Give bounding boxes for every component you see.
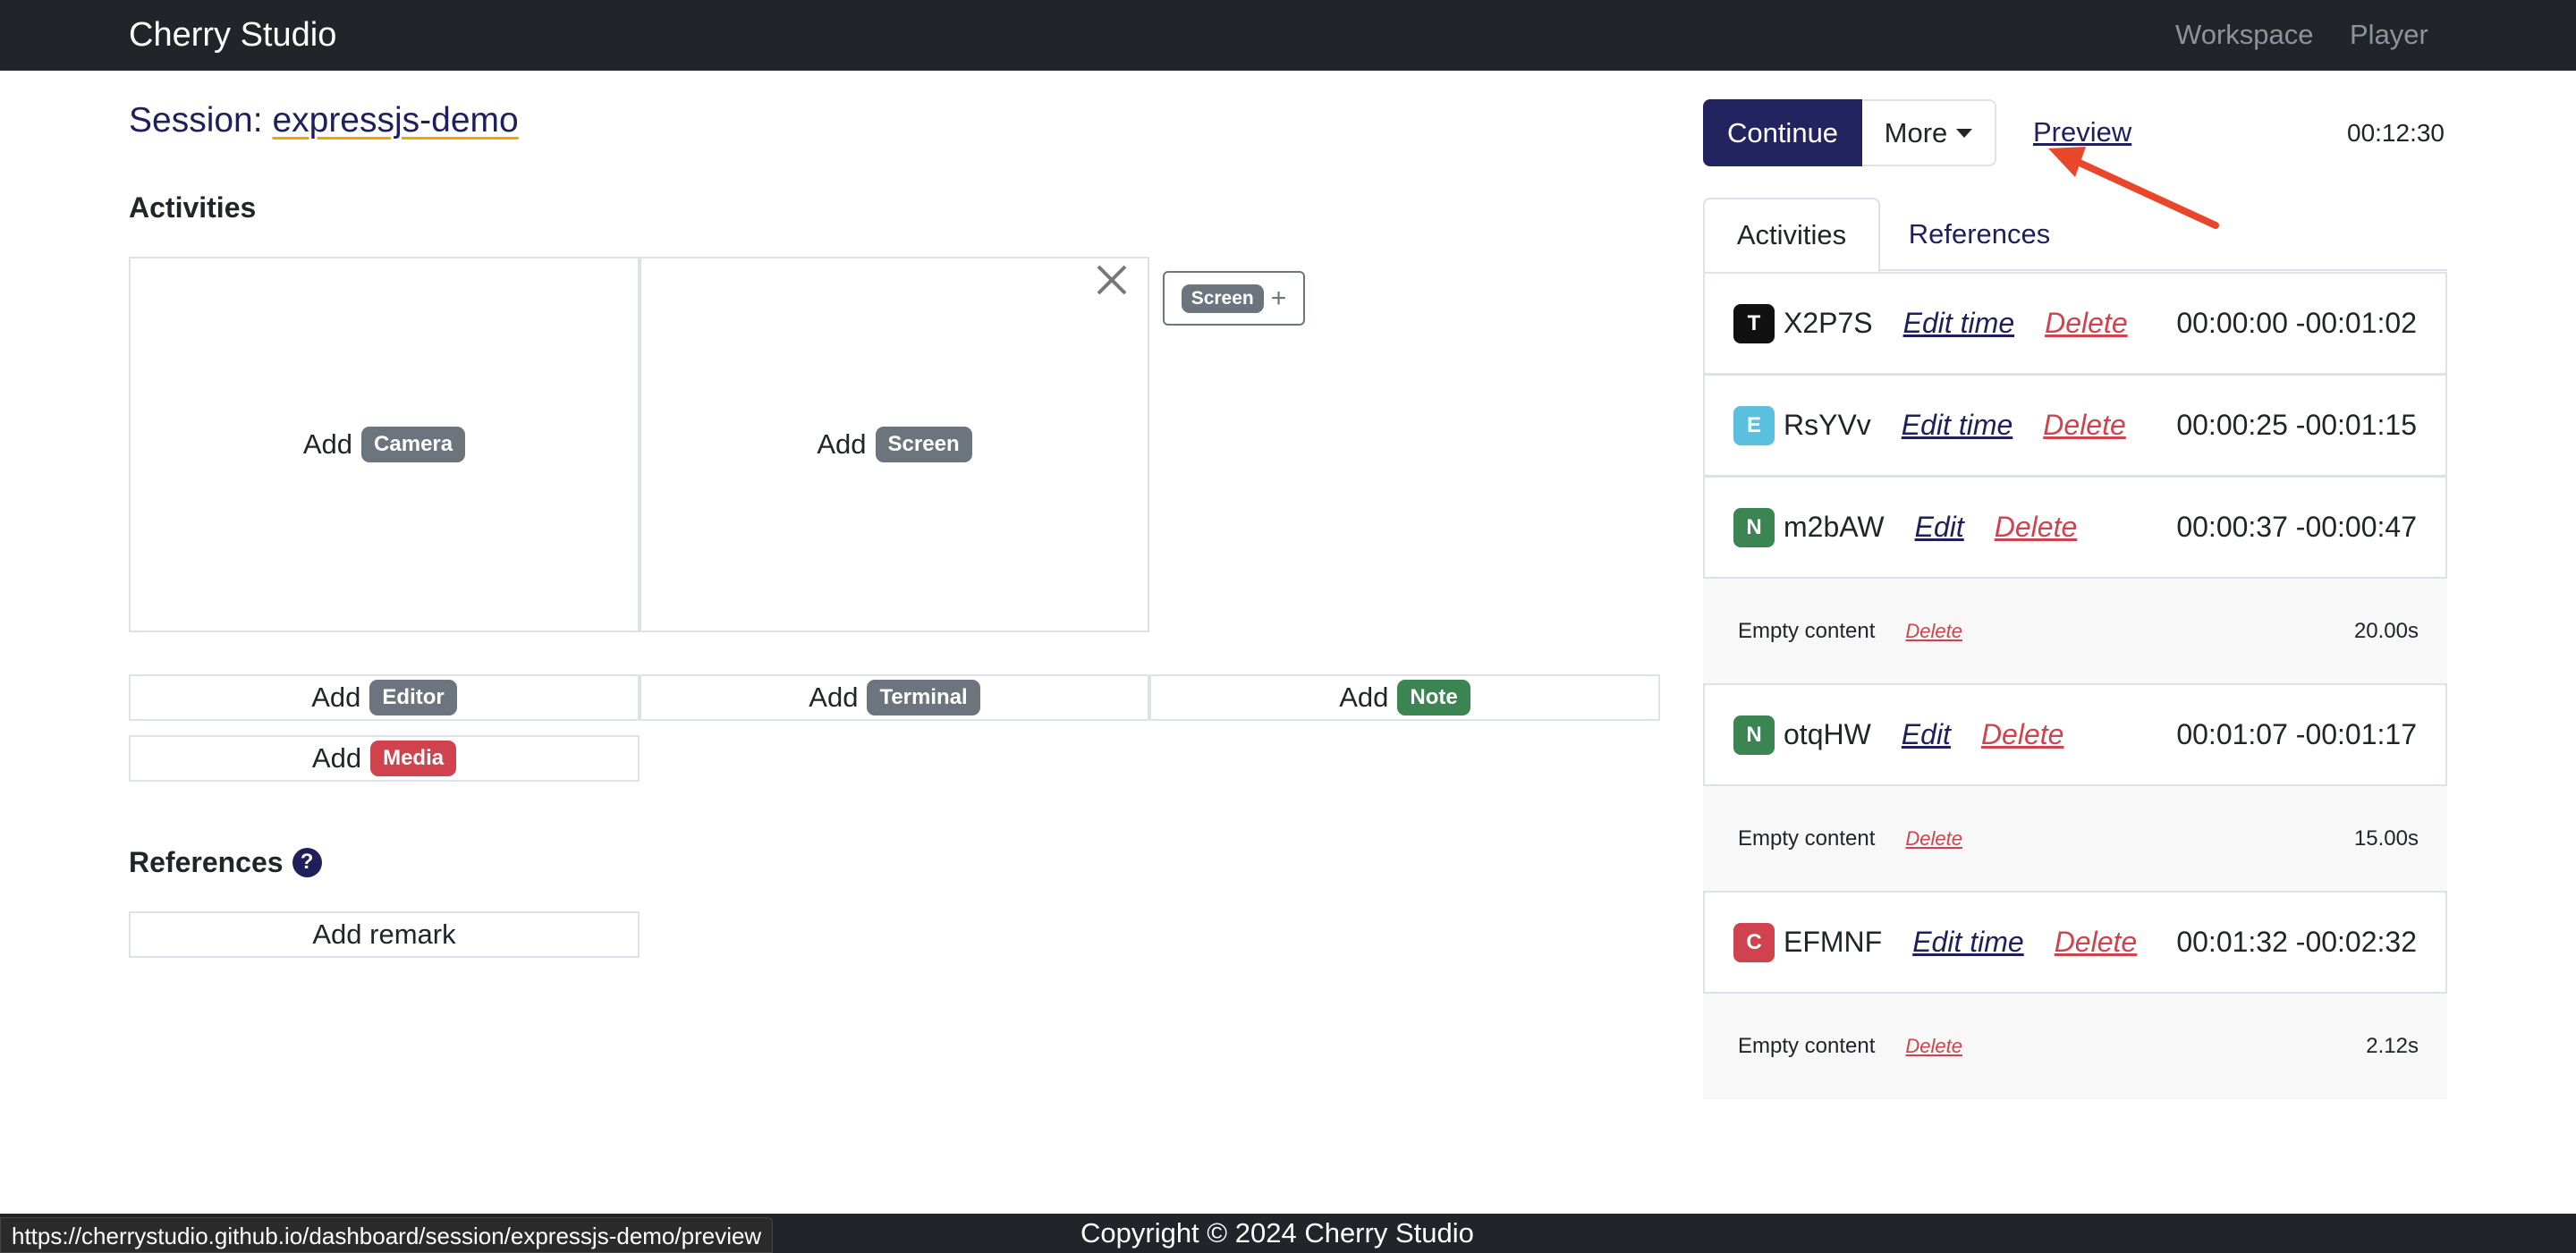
- add-remark-button[interactable]: Add remark: [129, 911, 640, 958]
- editor-badge: Editor: [369, 680, 457, 715]
- activity-time-range: 00:00:25 -00:01:15: [2176, 409, 2417, 441]
- add-camera-tile[interactable]: Add Camera: [129, 257, 640, 632]
- empty-content-label: Empty content: [1738, 619, 1876, 643]
- screen-badge: Screen: [875, 427, 972, 462]
- editor-type-badge: E: [1733, 405, 1775, 445]
- camera-badge: Camera: [361, 427, 466, 462]
- activity-row: E RsYVv Edit time Delete 00:00:25 -00:01…: [1703, 374, 2447, 477]
- more-dropdown-button[interactable]: More: [1862, 99, 1996, 166]
- activity-row: T X2P7S Edit time Delete 00:00:00 -00:01…: [1703, 272, 2447, 375]
- add-screen-chip-button[interactable]: Screen +: [1163, 271, 1305, 326]
- note-badge: Note: [1397, 680, 1470, 715]
- activity-time-range: 00:00:00 -00:01:02: [2176, 307, 2417, 339]
- plus-icon: +: [1270, 283, 1287, 313]
- delete-link[interactable]: Delete: [1981, 718, 2064, 751]
- duration-value: 2.12s: [2366, 1034, 2419, 1058]
- activity-time-range: 00:01:32 -00:02:32: [2176, 926, 2417, 958]
- activity-row: N m2bAW Edit Delete 00:00:37 -00:00:47: [1703, 476, 2447, 579]
- add-screen-tile[interactable]: Add Screen: [640, 257, 1149, 632]
- copyright-text: Copyright © 2024 Cherry Studio: [1080, 1217, 1474, 1249]
- edit-time-link[interactable]: Edit time: [1912, 926, 2023, 959]
- close-icon[interactable]: [1091, 261, 1132, 302]
- camera-type-badge: C: [1733, 922, 1775, 962]
- activity-id: otqHW: [1784, 718, 1871, 750]
- terminal-badge: Terminal: [867, 680, 980, 715]
- duration-value: 20.00s: [2353, 619, 2419, 643]
- add-label: Add: [311, 682, 361, 713]
- empty-content-row: Empty content Delete 15.00s: [1703, 786, 2447, 892]
- add-label: Add: [302, 428, 353, 460]
- add-label: Add: [809, 682, 859, 713]
- session-timer: 00:12:30: [2347, 119, 2445, 147]
- empty-content-label: Empty content: [1738, 1034, 1876, 1058]
- top-navbar: Cherry Studio Workspace Player: [0, 0, 2576, 71]
- activity-id: X2P7S: [1784, 307, 1873, 339]
- empty-content-label: Empty content: [1738, 826, 1876, 851]
- empty-content-row: Empty content Delete 2.12s: [1703, 994, 2447, 1099]
- activity-tabs: Activities References: [1703, 198, 2447, 273]
- session-name-link[interactable]: expressjs-demo: [272, 101, 518, 140]
- activity-id: RsYVv: [1784, 409, 1871, 441]
- caret-down-icon: [1956, 128, 1973, 138]
- screen-chip-badge: Screen: [1181, 284, 1264, 313]
- tab-activities[interactable]: Activities: [1703, 198, 1880, 273]
- add-media-button[interactable]: Add Media: [129, 735, 640, 782]
- edit-time-link[interactable]: Edit time: [1903, 307, 2014, 340]
- nav-link-workspace[interactable]: Workspace: [2175, 18, 2314, 52]
- nav-link-player[interactable]: Player: [2350, 18, 2428, 52]
- add-editor-button[interactable]: Add Editor: [129, 674, 640, 721]
- edit-link[interactable]: Edit: [1915, 511, 1964, 544]
- activity-time-range: 00:00:37 -00:00:47: [2176, 511, 2417, 543]
- delete-link[interactable]: Delete: [2043, 409, 2126, 442]
- tab-references[interactable]: References: [1880, 198, 2079, 271]
- delete-link[interactable]: Delete: [1905, 827, 1962, 851]
- more-label: More: [1884, 116, 1948, 148]
- session-title-prefix: Session:: [129, 101, 263, 140]
- status-bar-url: https://cherrystudio.github.io/dashboard…: [0, 1217, 774, 1253]
- brand-logo-text[interactable]: Cherry Studio: [129, 15, 336, 55]
- activity-id: EFMNF: [1784, 926, 1883, 958]
- activity-row: N otqHW Edit Delete 00:01:07 -00:01:17: [1703, 683, 2447, 786]
- add-terminal-button[interactable]: Add Terminal: [640, 674, 1149, 721]
- note-type-badge: N: [1733, 715, 1775, 755]
- continue-button[interactable]: Continue: [1703, 99, 1862, 166]
- delete-link[interactable]: Delete: [2055, 926, 2138, 959]
- delete-link[interactable]: Delete: [1905, 1035, 1962, 1058]
- edit-link[interactable]: Edit: [1902, 718, 1951, 751]
- terminal-type-badge: T: [1733, 303, 1775, 343]
- media-badge: Media: [370, 741, 457, 776]
- empty-content-row: Empty content Delete 20.00s: [1703, 579, 2447, 684]
- references-heading-label: References: [129, 846, 284, 878]
- help-icon[interactable]: ?: [292, 847, 322, 877]
- duration-value: 15.00s: [2353, 826, 2419, 851]
- activity-time-range: 00:01:07 -00:01:17: [2176, 718, 2417, 750]
- edit-time-link[interactable]: Edit time: [1902, 409, 2012, 442]
- delete-link[interactable]: Delete: [1905, 620, 1962, 643]
- note-type-badge: N: [1733, 507, 1775, 547]
- activity-id: m2bAW: [1784, 511, 1885, 543]
- page-title: Session: expressjs-demo: [129, 100, 519, 141]
- add-remark-label: Add remark: [312, 919, 456, 950]
- activities-heading: Activities: [129, 191, 257, 224]
- delete-link[interactable]: Delete: [1995, 511, 2078, 544]
- add-label: Add: [817, 428, 867, 460]
- references-heading: References ?: [129, 845, 322, 879]
- add-label: Add: [1339, 682, 1389, 713]
- add-label: Add: [311, 742, 362, 774]
- activity-row: C EFMNF Edit time Delete 00:01:32 -00:02…: [1703, 891, 2447, 994]
- add-note-button[interactable]: Add Note: [1149, 674, 1660, 721]
- delete-link[interactable]: Delete: [2045, 307, 2128, 340]
